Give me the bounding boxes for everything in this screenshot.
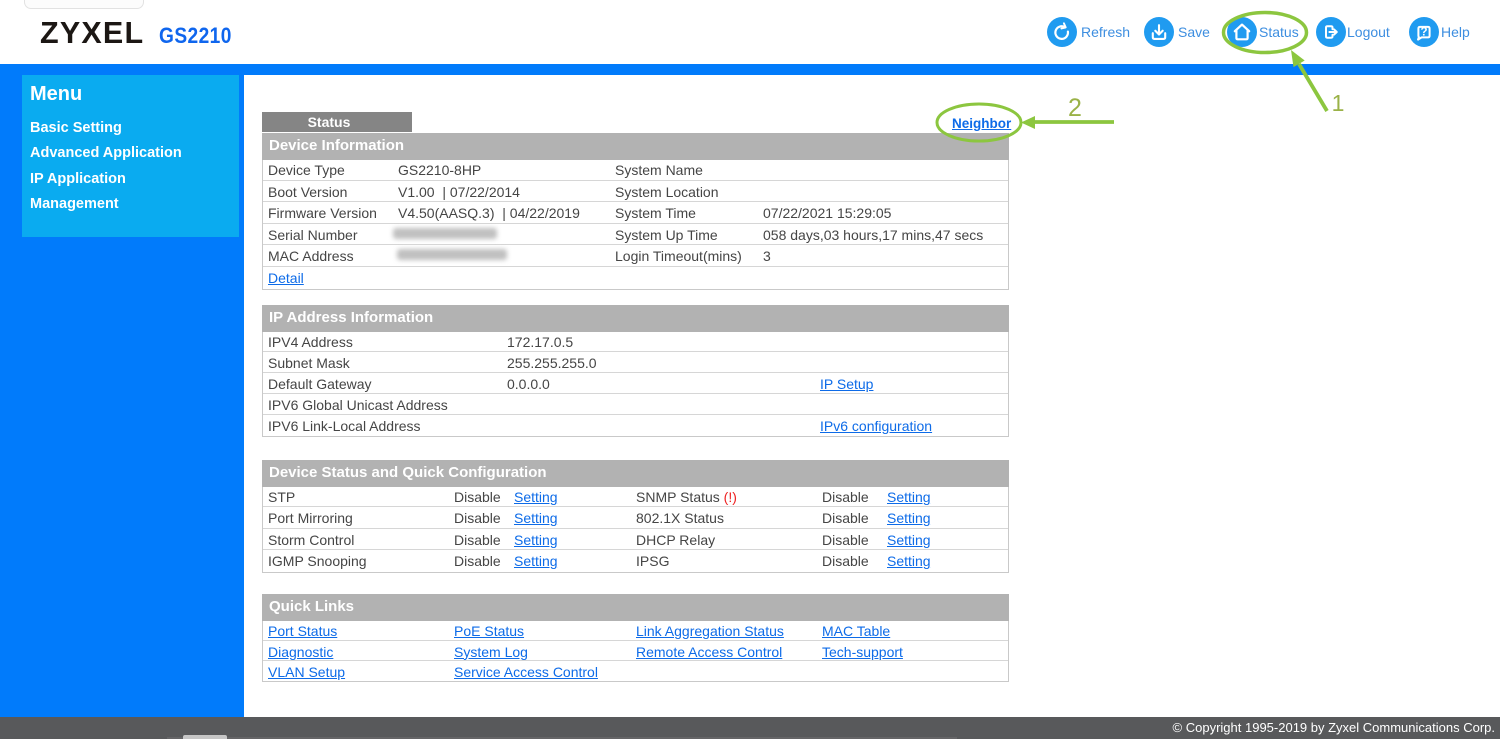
svg-text:?: ?: [1420, 27, 1427, 39]
svg-text:1: 1: [1332, 90, 1345, 116]
